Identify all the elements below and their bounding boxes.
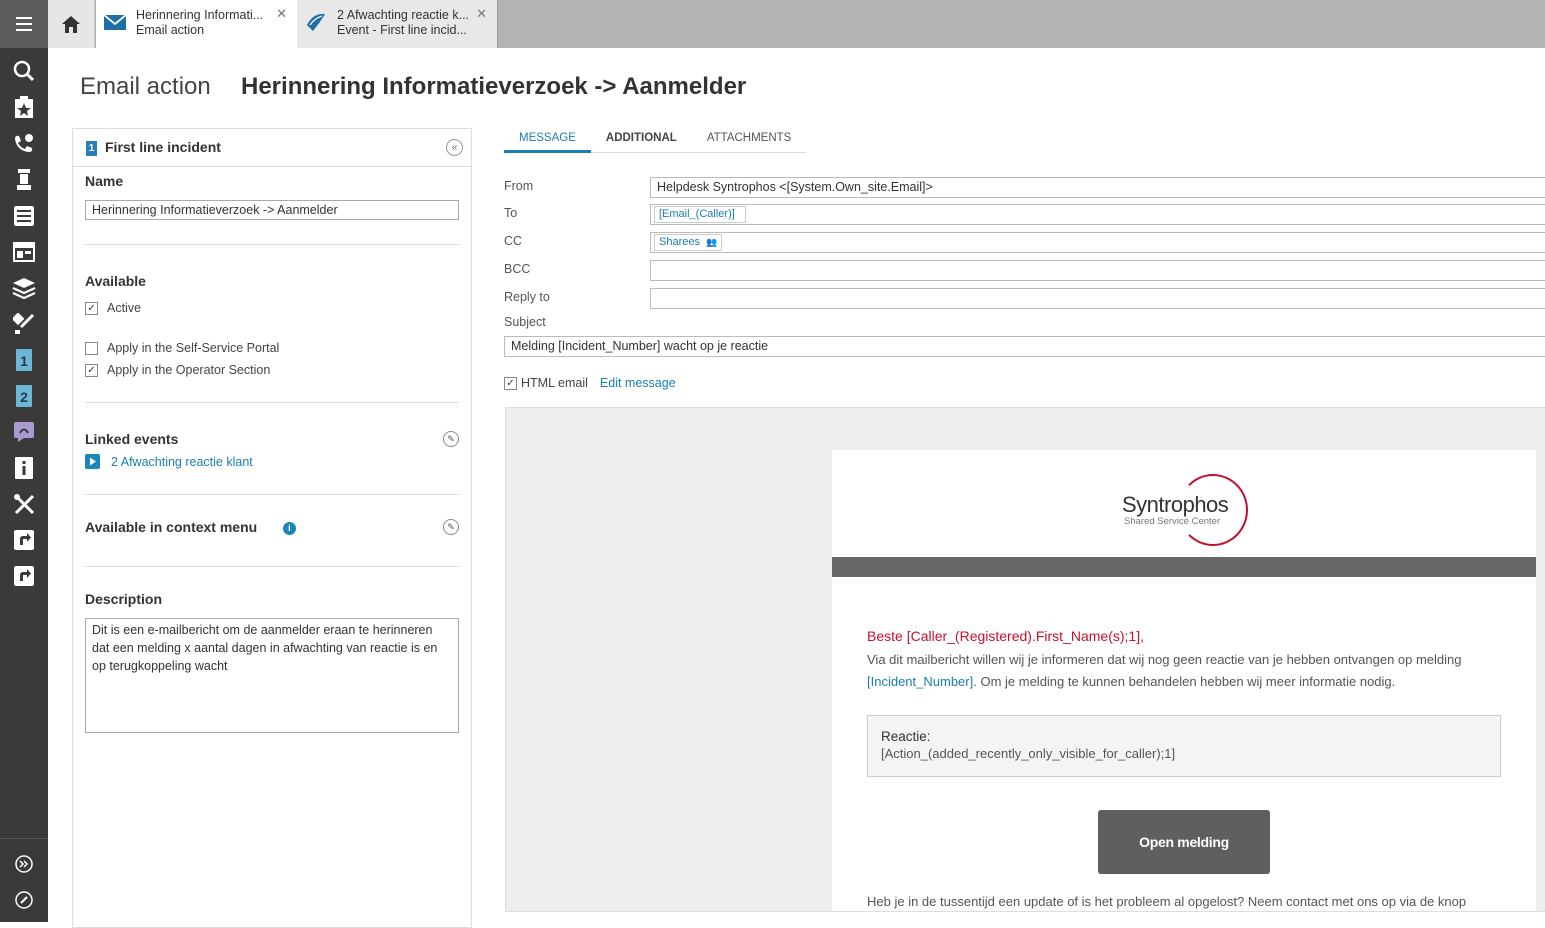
shortcut-icon[interactable]: [12, 528, 36, 552]
description-label: Description: [85, 591, 163, 607]
tab-email-action[interactable]: Herinnering Informati... Email action ✕: [96, 0, 297, 48]
subject-label: Subject: [504, 315, 546, 329]
group-icon: 👥: [706, 237, 718, 247]
rail-divider: [0, 838, 48, 839]
first-line-icon: 1: [86, 141, 97, 156]
tab-subtitle: Event - First line incid...: [337, 23, 467, 37]
panel-title: First line incident: [105, 139, 221, 155]
name-label: Name: [85, 173, 124, 189]
tab-message[interactable]: MESSAGE: [504, 128, 591, 153]
bcc-field[interactable]: [650, 260, 1545, 281]
tab-additional[interactable]: ADDITIONAL: [591, 128, 692, 153]
name-field[interactable]: Herinnering Informatieverzoek -> Aanmeld…: [85, 200, 459, 220]
info-icon[interactable]: i: [282, 522, 296, 535]
caller-icon[interactable]: [12, 132, 36, 156]
brush-icon[interactable]: [12, 312, 36, 336]
html-email-checkbox[interactable]: ✓: [504, 376, 517, 390]
edit-icon[interactable]: [12, 888, 36, 912]
active-checkbox[interactable]: ✓ Active: [85, 301, 141, 315]
properties-panel: 1 First line incident « Name Herinnering…: [72, 128, 472, 928]
tools-icon[interactable]: [12, 492, 36, 516]
tab-bar: Herinnering Informati... Email action ✕ …: [48, 0, 1545, 48]
checkbox-unchecked[interactable]: [85, 341, 98, 355]
svg-text:1: 1: [20, 353, 28, 369]
checkbox-checked[interactable]: ✓: [85, 363, 98, 377]
header-bar: [832, 557, 1536, 577]
collapse-icon[interactable]: «: [446, 139, 463, 156]
expand-icon[interactable]: [12, 852, 36, 876]
info-icon[interactable]: [12, 456, 36, 480]
html-email-label: HTML email: [521, 376, 588, 390]
page-title: Herinnering Informatieverzoek -> Aanmeld…: [241, 73, 747, 100]
cc-label: CC: [504, 234, 523, 248]
page-type: Email action: [80, 73, 211, 100]
linked-event-link[interactable]: 2 Afwachting reactie klant: [85, 454, 459, 469]
available-label: Available: [85, 273, 146, 289]
layers-icon[interactable]: [12, 276, 36, 300]
home-icon: [62, 15, 80, 33]
shortcut-icon[interactable]: [12, 564, 36, 588]
from-field[interactable]: Helpdesk Syntrophos <[System.Own_site.Em…: [650, 177, 1545, 198]
sidebar-rail: 1 2: [0, 0, 48, 922]
recipient-token[interactable]: [Email_(Caller)]: [654, 206, 746, 223]
cc-field[interactable]: Sharees 👥: [650, 232, 1545, 253]
svg-text:2: 2: [20, 389, 28, 405]
second-line-icon[interactable]: 2: [12, 384, 36, 408]
email-body: Syntrophos Shared Service Center Beste […: [832, 450, 1536, 911]
star-clipboard-icon[interactable]: [12, 95, 36, 119]
home-button[interactable]: [48, 0, 95, 48]
edit-message-link[interactable]: Edit message: [600, 376, 676, 390]
close-icon[interactable]: ✕: [276, 6, 287, 21]
tab-title: 2 Afwachting reactie k...: [337, 8, 470, 22]
from-label: From: [504, 179, 534, 193]
self-service-checkbox[interactable]: Apply in the Self-Service Portal: [85, 341, 279, 355]
chat-icon[interactable]: [12, 420, 36, 444]
email-preview: Syntrophos Shared Service Center Beste […: [505, 407, 1545, 912]
message-tabs: MESSAGE ADDITIONAL ATTACHMENTS: [504, 128, 807, 153]
to-label: To: [504, 206, 518, 220]
context-menu-label: Available in context menu: [85, 519, 258, 535]
reply-to-label: Reply to: [504, 290, 550, 304]
sharees-token[interactable]: Sharees 👥: [654, 234, 723, 251]
event-icon: [307, 13, 325, 31]
subject-field[interactable]: Melding [Incident_Number] wacht op je re…: [504, 336, 1545, 357]
play-icon: [85, 454, 100, 469]
edit-icon[interactable]: ✎: [443, 431, 459, 447]
open-melding-button[interactable]: Open melding: [1098, 810, 1270, 874]
panel-header: 1 First line incident «: [73, 129, 471, 167]
edit-icon[interactable]: ✎: [443, 519, 459, 535]
intro-text: Via dit mailbericht willen wij je inform…: [867, 652, 1462, 689]
reply-to-field[interactable]: [650, 288, 1545, 309]
chess-pawn-icon[interactable]: [12, 168, 36, 192]
board-icon[interactable]: [12, 240, 36, 264]
description-field[interactable]: Dit is een e-mailbericht om de aanmelder…: [85, 618, 459, 733]
first-line-icon[interactable]: 1: [12, 348, 36, 372]
tab-event[interactable]: 2 Afwachting reactie k... Event - First …: [297, 0, 498, 48]
syntrophos-logo: Syntrophos Shared Service Center: [1122, 474, 1248, 549]
envelope-icon: [104, 14, 126, 30]
linked-events-label: Linked events: [85, 431, 179, 447]
tab-subtitle: Email action: [136, 23, 205, 37]
tab-title: Herinnering Informati...: [136, 8, 264, 22]
list-icon[interactable]: [12, 204, 36, 228]
footer-text: Heb je in de tussentijd een update of is…: [867, 894, 1467, 909]
greeting: Beste [Caller_(Registered).First_Name(s)…: [867, 628, 1144, 644]
search-icon[interactable]: [12, 59, 36, 83]
reactie-box: Reactie: [Action_(added_recently_only_vi…: [867, 715, 1501, 777]
tab-attachments[interactable]: ATTACHMENTS: [692, 128, 807, 153]
bcc-label: BCC: [504, 262, 531, 276]
to-field[interactable]: [Email_(Caller)]: [650, 204, 1545, 225]
html-email-row: ✓ HTML email Edit message: [504, 376, 676, 390]
close-icon[interactable]: ✕: [476, 6, 487, 21]
checkbox-checked[interactable]: ✓: [85, 301, 98, 315]
menu-icon[interactable]: [0, 0, 48, 48]
operator-checkbox[interactable]: ✓ Apply in the Operator Section: [85, 363, 270, 377]
